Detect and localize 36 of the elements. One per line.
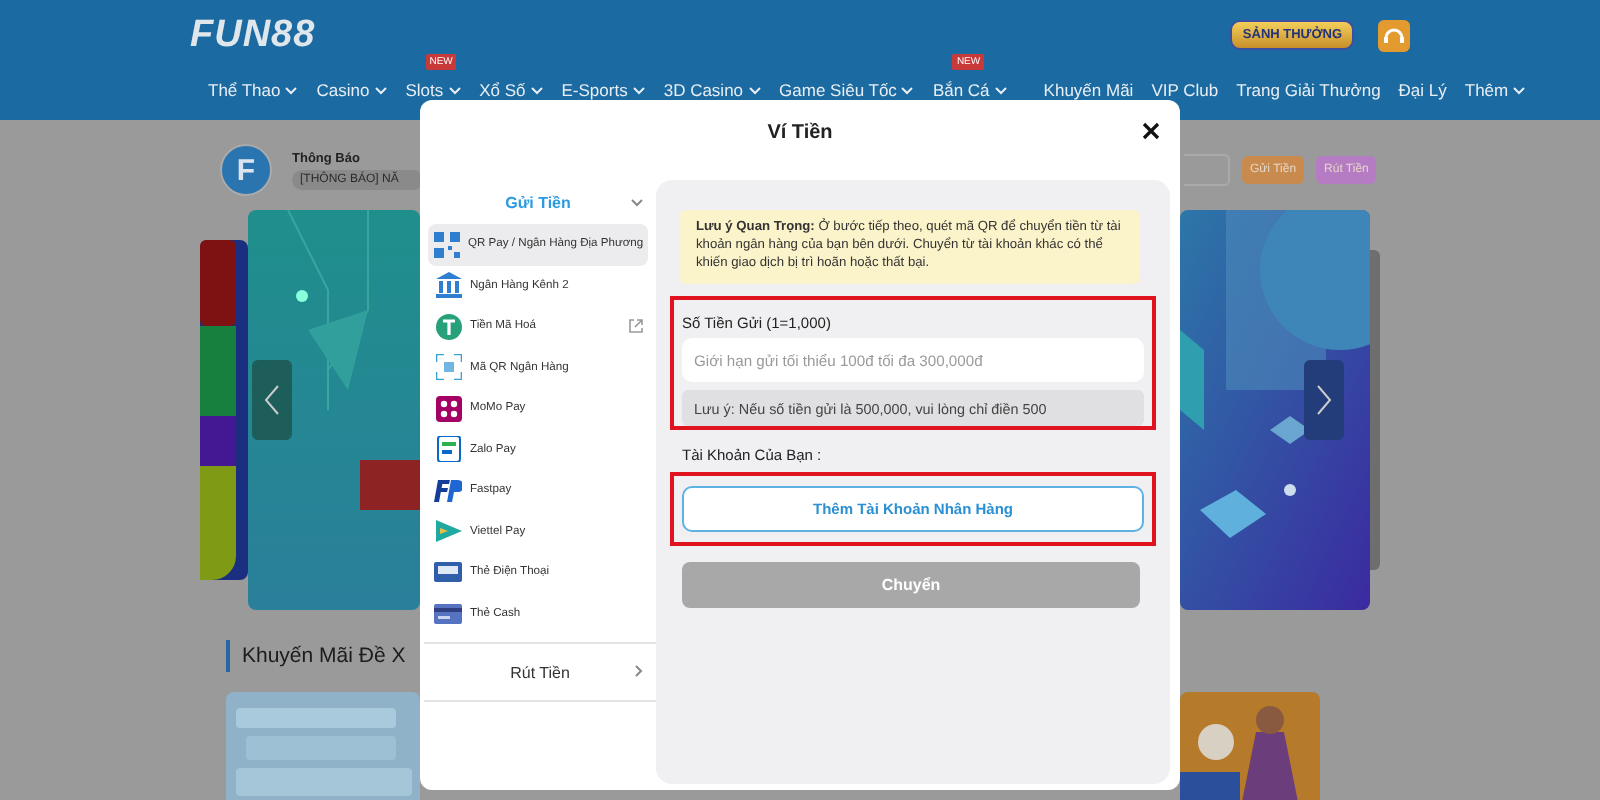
avatar-logo: F <box>220 144 272 196</box>
nav-menu-item[interactable]: E-Sports <box>561 80 628 100</box>
section-heading: Khuyến Mãi Đề X <box>242 644 406 668</box>
nav-menu-item[interactable]: Thể Thao <box>208 80 281 100</box>
nav-menu-item[interactable]: Trang Giải Thưởng <box>1236 80 1381 100</box>
play-triangle-icon <box>435 518 461 545</box>
close-icon[interactable] <box>1142 122 1160 140</box>
nav-menu-item[interactable]: Slots <box>405 80 444 100</box>
momo-icon <box>435 395 461 422</box>
chevron-right-icon[interactable] <box>634 664 644 678</box>
qr-code-icon <box>434 231 460 258</box>
chevron-down-icon[interactable] <box>630 198 644 208</box>
external-link-icon[interactable] <box>628 318 644 334</box>
nav-menu-item[interactable]: 3D Casino <box>663 80 744 100</box>
fp-logo-icon <box>434 479 462 502</box>
modal-title: Ví Tiền <box>767 121 833 143</box>
credit-card-icon <box>434 603 462 624</box>
nav-menu-item[interactable]: Xổ Số <box>479 80 526 100</box>
qr-scan-icon <box>435 354 461 381</box>
deposit-section-tab[interactable]: Gửi Tiền <box>505 193 571 211</box>
site-logo[interactable]: FUN88 <box>190 13 316 57</box>
wallet-card-icon <box>435 436 461 463</box>
chevron-right-icon <box>1316 384 1332 416</box>
nav-menu-item[interactable]: Casino <box>316 80 370 100</box>
nav-menu-item[interactable]: Game Siêu Tốc <box>779 80 897 100</box>
next-slide-button[interactable] <box>1304 360 1344 440</box>
nav-menu-item[interactable]: Đại Lý <box>1398 80 1447 100</box>
nav-menu-item[interactable]: VIP Club <box>1151 80 1219 100</box>
tether-coin-icon <box>435 313 461 340</box>
support-headset-icon[interactable] <box>1378 19 1410 51</box>
phone-card-icon <box>434 562 462 583</box>
nav-menu-item[interactable]: Thêm <box>1464 80 1509 100</box>
nav-menu-item[interactable]: Bắn Cá <box>932 80 990 100</box>
withdraw-section-tab[interactable]: Rút Tiền <box>510 663 570 681</box>
bank-icon <box>435 272 461 299</box>
nav-menu-item[interactable]: Khuyến Mãi <box>1043 80 1134 100</box>
